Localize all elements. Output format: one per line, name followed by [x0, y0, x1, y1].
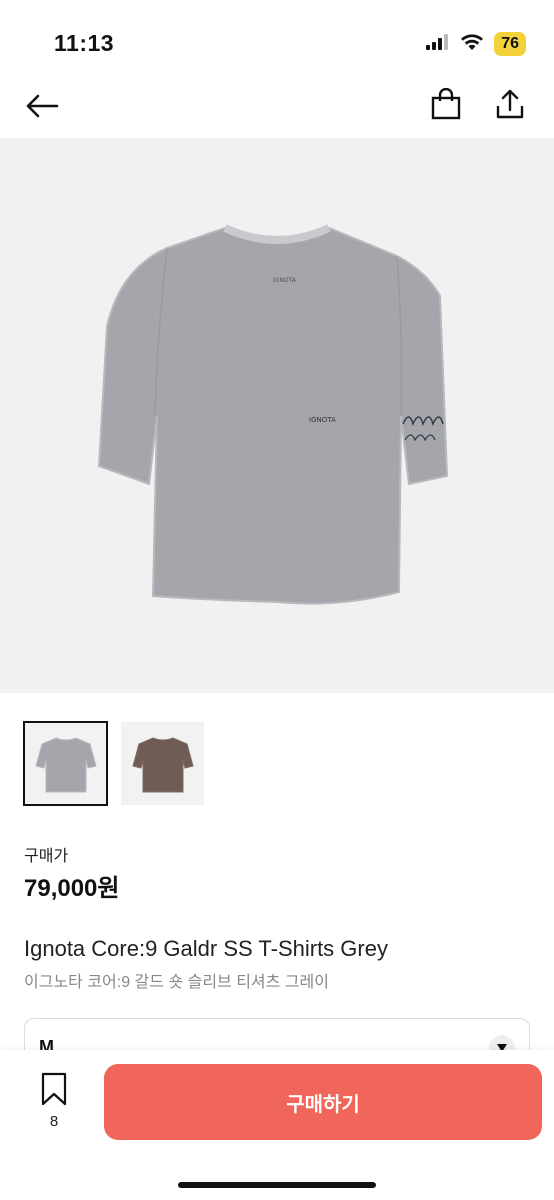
- product-name-korean: 이그노타 코어:9 갈드 숏 슬리브 티셔츠 그레이: [24, 974, 329, 991]
- product-image[interactable]: IGNOTA IGNOTA: [0, 138, 554, 693]
- wifi-icon: [460, 33, 484, 56]
- status-time: 11:13: [54, 30, 115, 56]
- product-name: Ignota Core:9 Galdr SS T-Shirts Grey: [24, 936, 388, 961]
- arrow-left-icon: [25, 94, 59, 123]
- buy-button[interactable]: 구매하기: [104, 1064, 542, 1140]
- thumbnail-grey[interactable]: [23, 721, 108, 806]
- shirt-chest-print: IGNOTA: [309, 416, 336, 424]
- home-indicator: [178, 1182, 376, 1188]
- status-bar: 11:13 76: [0, 0, 554, 82]
- price-label: 구매가: [24, 848, 69, 865]
- thumbnail-list: [23, 721, 204, 806]
- bottom-action-bar: 8 구매하기: [0, 1050, 554, 1200]
- shopping-bag-icon: [431, 87, 461, 125]
- shirt-brand-label: IGNOTA: [273, 277, 297, 284]
- share-icon: [495, 88, 525, 125]
- tshirt-illustration: IGNOTA IGNOTA: [97, 223, 449, 605]
- back-button[interactable]: [24, 90, 60, 126]
- tshirt-thumbnail-icon: [34, 736, 97, 792]
- thumbnail-brown[interactable]: [121, 722, 204, 805]
- cellular-signal-icon: [426, 33, 450, 55]
- nav-bar: [0, 82, 554, 138]
- shopping-bag-button[interactable]: [428, 87, 464, 125]
- bookmark-count: 8: [49, 1113, 59, 1130]
- battery-indicator: 76: [494, 32, 526, 56]
- price-value: 79,000원: [24, 875, 120, 902]
- share-button[interactable]: [492, 88, 528, 124]
- bookmark-button[interactable]: 8: [34, 1072, 74, 1130]
- tshirt-thumbnail-icon: [131, 736, 194, 792]
- bookmark-icon: [40, 1072, 68, 1111]
- status-icons: 76: [426, 32, 526, 56]
